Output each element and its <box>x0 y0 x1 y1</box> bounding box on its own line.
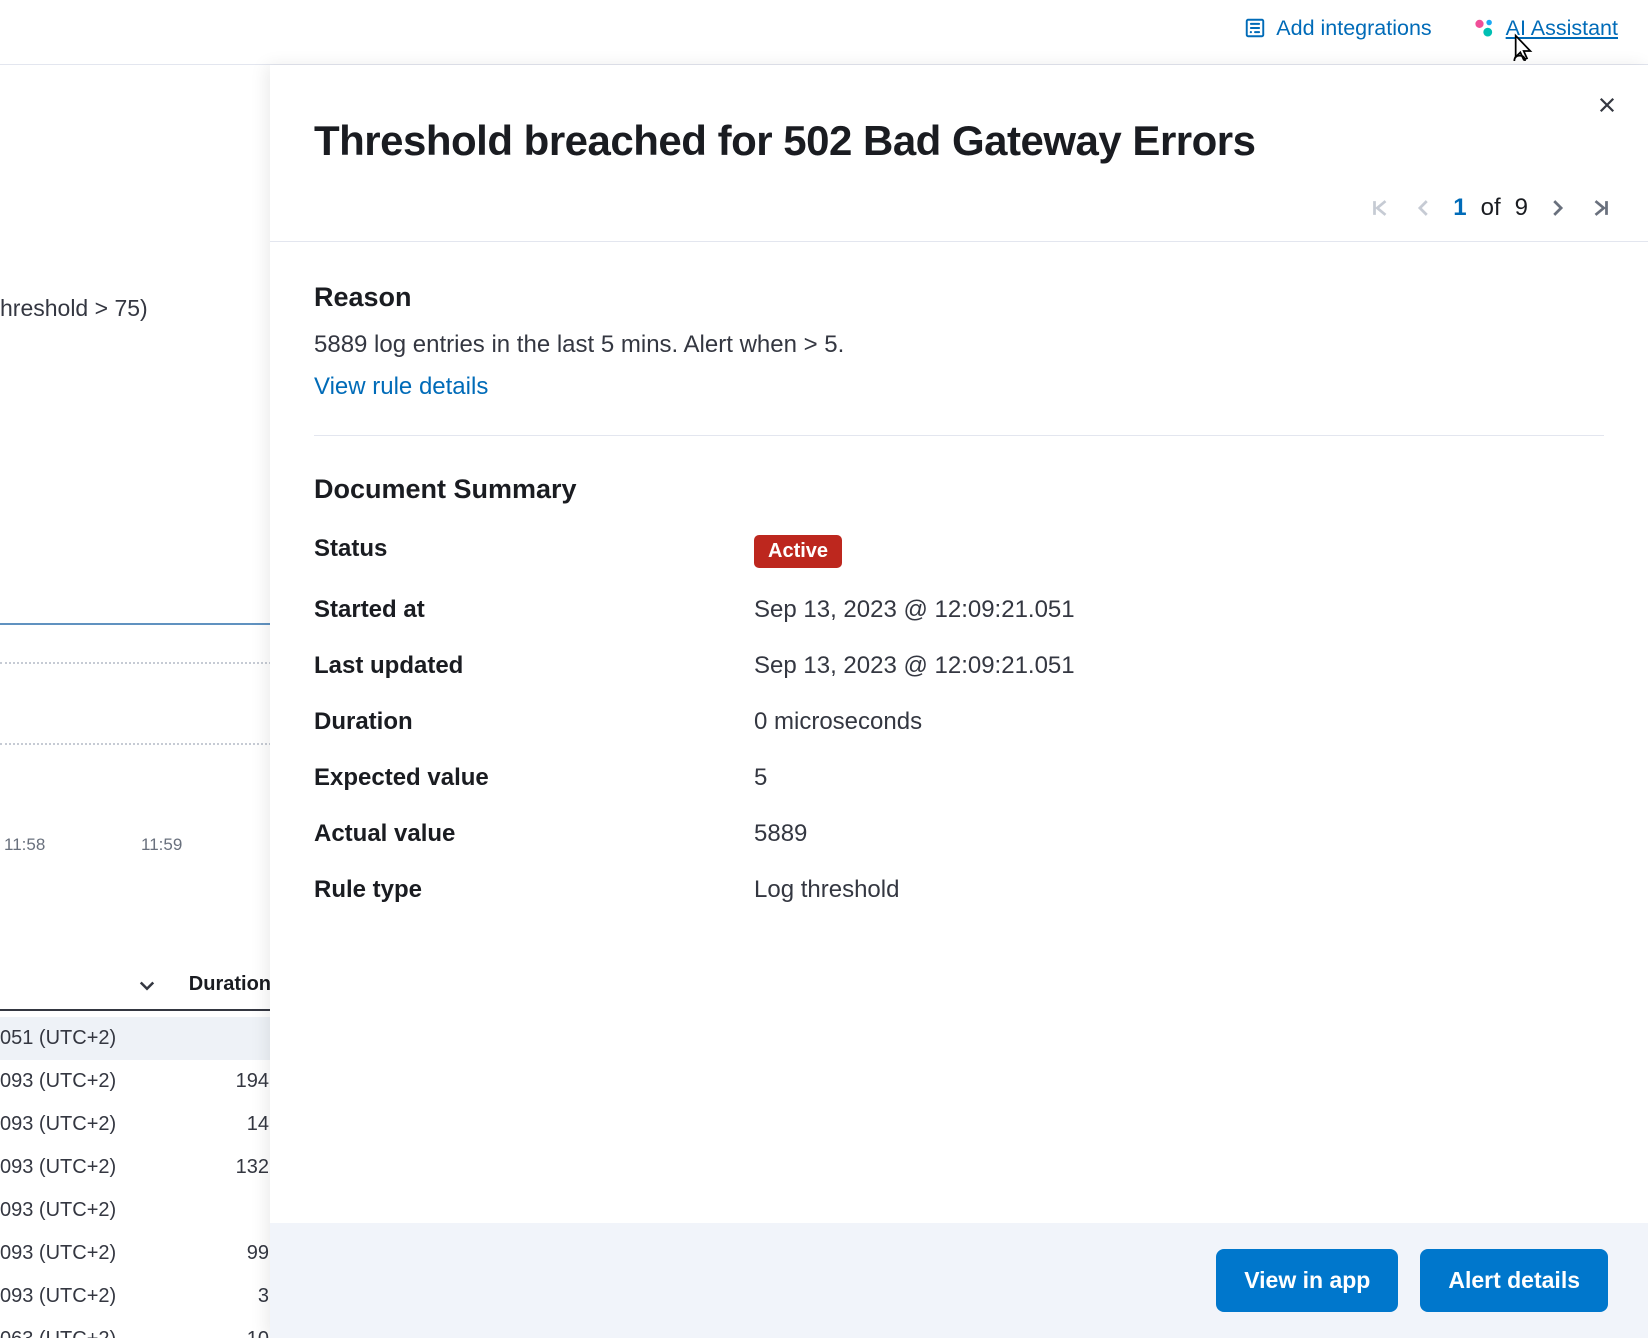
rule-type-value: Log threshold <box>754 876 1604 904</box>
last-updated-value: Sep 13, 2023 @ 12:09:21.051 <box>754 652 1604 680</box>
actual-value: 5889 <box>754 820 1604 848</box>
axis-tick: 11:58 <box>4 835 45 855</box>
started-at-label: Started at <box>314 596 754 624</box>
background-content: hreshold > 75) 11:58 11:59 Duration 051 … <box>0 65 272 1338</box>
chevron-left-icon <box>1413 197 1435 219</box>
flyout-title: Threshold breached for 502 Bad Gateway E… <box>270 65 1648 165</box>
summary-table: Status Active Started at Sep 13, 2023 @ … <box>314 535 1604 904</box>
last-page-icon <box>1590 197 1612 219</box>
reason-heading: Reason <box>314 282 1604 313</box>
expected-value-label: Expected value <box>314 764 754 792</box>
reason-text: 5889 log entries in the last 5 mins. Ale… <box>314 331 1604 359</box>
chevron-down-icon <box>137 975 157 995</box>
ai-assistant-link[interactable]: AI Assistant <box>1474 16 1618 41</box>
prev-page-button[interactable] <box>1409 193 1439 223</box>
pager-current: 1 <box>1453 194 1466 222</box>
table-row[interactable]: 093 (UTC+2)99 <box>0 1232 271 1275</box>
flyout-body: Reason 5889 log entries in the last 5 mi… <box>270 242 1648 1223</box>
table-row[interactable]: 093 (UTC+2) <box>0 1189 271 1232</box>
rule-type-label: Rule type <box>314 876 754 904</box>
close-icon <box>1597 95 1617 115</box>
table-row[interactable]: 093 (UTC+2)3 <box>0 1275 271 1318</box>
alert-flyout: Threshold breached for 502 Bad Gateway E… <box>270 65 1648 1338</box>
pager-total: 9 <box>1515 194 1528 222</box>
duration-label: Duration <box>314 708 754 736</box>
status-label: Status <box>314 535 754 568</box>
table-row[interactable]: 063 (UTC+2)10 <box>0 1318 271 1338</box>
table-row[interactable]: 093 (UTC+2)14 <box>0 1103 271 1146</box>
chart-line <box>0 623 271 625</box>
last-page-button[interactable] <box>1586 193 1616 223</box>
add-integrations-label: Add integrations <box>1276 16 1431 41</box>
ai-assistant-label: AI Assistant <box>1506 16 1618 41</box>
divider <box>314 435 1604 436</box>
top-bar: Add integrations AI Assistant <box>0 0 1648 65</box>
close-button[interactable] <box>1592 90 1622 120</box>
table-body: 051 (UTC+2) 093 (UTC+2)194 093 (UTC+2)14… <box>0 1017 271 1338</box>
rule-name-fragment: hreshold > 75) <box>0 65 271 322</box>
axis-tick: 11:59 <box>141 835 182 855</box>
duration-value: 0 microseconds <box>754 708 1604 736</box>
chart-gridline <box>0 662 271 664</box>
alert-details-button[interactable]: Alert details <box>1420 1249 1608 1312</box>
actual-value-label: Actual value <box>314 820 754 848</box>
expected-value: 5 <box>754 764 1604 792</box>
table-row[interactable]: 093 (UTC+2)194 <box>0 1060 271 1103</box>
add-integrations-link[interactable]: Add integrations <box>1244 16 1431 41</box>
view-in-app-button[interactable]: View in app <box>1216 1249 1398 1312</box>
pager-of: of <box>1481 194 1501 222</box>
summary-heading: Document Summary <box>314 474 1604 505</box>
table-header[interactable]: Duration <box>0 973 271 1011</box>
chevron-right-icon <box>1546 197 1568 219</box>
column-header-duration: Duration <box>189 973 271 996</box>
ai-assistant-icon <box>1474 17 1496 39</box>
table-row[interactable]: 051 (UTC+2) <box>0 1017 271 1060</box>
view-rule-details-link[interactable]: View rule details <box>314 373 488 401</box>
first-page-icon <box>1369 197 1391 219</box>
status-value: Active <box>754 535 1604 568</box>
pagination: 1 of 9 <box>270 165 1648 242</box>
flyout-footer: View in app Alert details <box>270 1223 1648 1338</box>
first-page-button[interactable] <box>1365 193 1395 223</box>
table-row[interactable]: 093 (UTC+2)132 <box>0 1146 271 1189</box>
next-page-button[interactable] <box>1542 193 1572 223</box>
status-badge: Active <box>754 535 842 568</box>
started-at-value: Sep 13, 2023 @ 12:09:21.051 <box>754 596 1604 624</box>
last-updated-label: Last updated <box>314 652 754 680</box>
chart-gridline <box>0 743 271 745</box>
plugin-icon <box>1244 17 1266 39</box>
